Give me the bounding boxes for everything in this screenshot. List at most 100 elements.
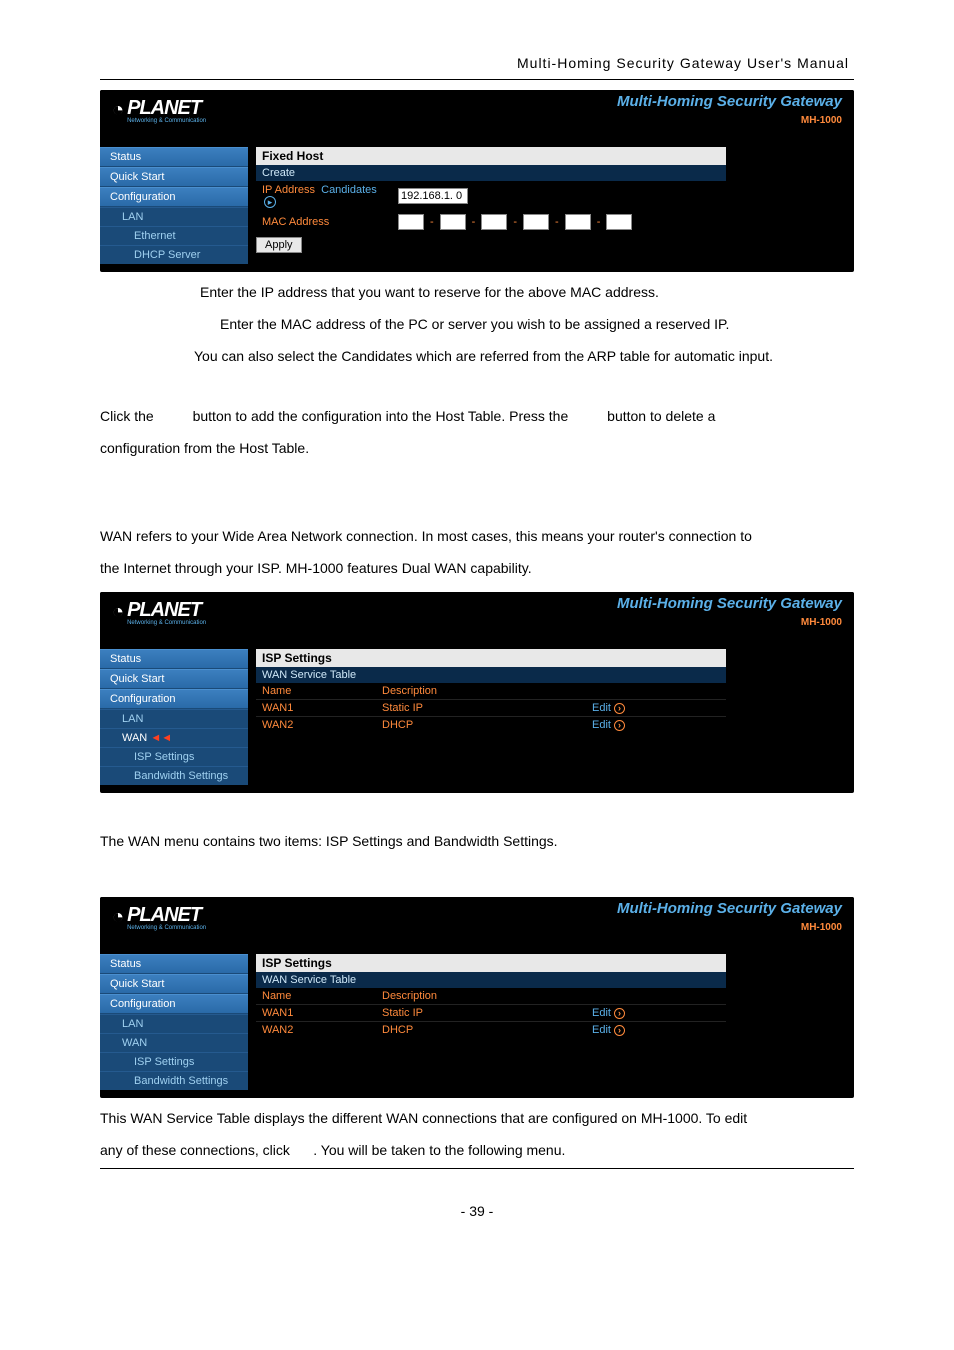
sidebar-label: LAN <box>122 713 143 725</box>
edit-label: Edit <box>592 1024 611 1036</box>
sidebar-label: Configuration <box>110 998 175 1010</box>
sidebar-item-lan[interactable]: LAN <box>100 709 248 728</box>
panel-fixedhost: Fixed Host Create IP Address Candidates … <box>256 147 726 233</box>
cell-desc: DHCP <box>382 1024 592 1036</box>
edit-button[interactable]: Edit› <box>592 1007 720 1019</box>
table-row: WAN2 DHCP Edit› <box>256 716 726 733</box>
text-wan-menu: The WAN menu contains two items: ISP Set… <box>100 827 854 855</box>
sidebar-item-quickstart[interactable]: Quick Start <box>100 974 248 994</box>
sidebar-item-isp[interactable]: ISP Settings <box>100 747 248 766</box>
panel-isp: ISP Settings WAN Service Table Name Desc… <box>256 954 726 1038</box>
sidebar-label: Status <box>110 653 141 665</box>
product-title-text: Multi-Homing Security Gateway <box>617 900 842 917</box>
sidebar-label: LAN <box>122 211 143 223</box>
logo: ◔ PLANET Networking & Communication <box>112 905 206 931</box>
edit-button[interactable]: Edit› <box>592 719 720 731</box>
topbar: ◔ PLANET Networking & Communication Mult… <box>100 897 854 936</box>
sidebar-item-quickstart[interactable]: Quick Start <box>100 669 248 689</box>
table-row: WAN1 Static IP Edit› <box>256 699 726 716</box>
sidebar-label: LAN <box>122 1018 143 1030</box>
sidebar-item-configuration[interactable]: Configuration <box>100 994 248 1014</box>
brand-name: PLANET <box>127 905 206 925</box>
sidebar-item-lan[interactable]: LAN <box>100 1014 248 1033</box>
sidebar-label: Bandwidth Settings <box>134 770 228 782</box>
product-title-text: Multi-Homing Security Gateway <box>617 595 842 612</box>
cell-name: WAN2 <box>262 1024 382 1036</box>
row-ip: IP Address Candidates ▸ <box>256 181 726 211</box>
sidebar-item-configuration[interactable]: Configuration <box>100 689 248 709</box>
candidates-link[interactable]: Candidates <box>321 184 377 196</box>
text-click2: configuration from the Host Table. <box>100 434 854 462</box>
sidebar-item-dhcp[interactable]: DHCP Server <box>100 245 248 264</box>
arrow-icon: ◄◄ <box>150 732 172 744</box>
row-mac: MAC Address - - - - - <box>256 211 726 233</box>
edit-icon: › <box>614 720 625 731</box>
mac-input-6[interactable] <box>606 214 632 230</box>
mac-label: MAC Address <box>262 216 392 228</box>
col-desc: Description <box>382 990 592 1002</box>
col-name: Name <box>262 685 382 697</box>
product-model: MH-1000 <box>801 617 842 628</box>
mac-input-5[interactable] <box>565 214 591 230</box>
sidebar-label: Status <box>110 958 141 970</box>
sidebar-label: Configuration <box>110 693 175 705</box>
ui-block-fixedhost: ◔ PLANET Networking & Communication Mult… <box>100 90 854 272</box>
product-model: MH-1000 <box>801 115 842 126</box>
sidebar-label: Status <box>110 151 141 163</box>
content-area: ISP Settings WAN Service Table Name Desc… <box>248 936 854 1046</box>
content-area: ISP Settings WAN Service Table Name Desc… <box>248 631 854 741</box>
page-number: - 39 - <box>0 1203 954 1219</box>
text-click: Click the button to add the configuratio… <box>100 402 854 430</box>
mac-input-3[interactable] <box>481 214 507 230</box>
ip-input[interactable] <box>398 188 468 204</box>
table-row: WAN1 Static IP Edit› <box>256 1004 726 1021</box>
brand-tagline: Networking & Communication <box>127 620 206 626</box>
topbar: ◔ PLANET Networking & Communication Mult… <box>100 592 854 631</box>
text-wantable-b: any of these connections, click . You wi… <box>100 1136 854 1164</box>
apply-button[interactable]: Apply <box>256 237 302 253</box>
sidebar-item-status[interactable]: Status <box>100 649 248 669</box>
edit-button[interactable]: Edit› <box>592 702 720 714</box>
candidates-icon[interactable]: ▸ <box>264 196 276 208</box>
sidebar-item-quickstart[interactable]: Quick Start <box>100 167 248 187</box>
text-wantable-a: This WAN Service Table displays the diff… <box>100 1104 854 1132</box>
t: button to add the configuration into the… <box>193 408 569 424</box>
content-area: Fixed Host Create IP Address Candidates … <box>248 129 854 261</box>
sidebar-item-status[interactable]: Status <box>100 954 248 974</box>
sidebar-item-configuration[interactable]: Configuration <box>100 187 248 207</box>
mac-input-4[interactable] <box>523 214 549 230</box>
sidebar-item-bandwidth[interactable]: Bandwidth Settings <box>100 766 248 785</box>
sidebar-label: ISP Settings <box>134 751 194 763</box>
globe-icon: ◔ <box>112 99 123 122</box>
edit-label: Edit <box>592 719 611 731</box>
sidebar-item-bandwidth[interactable]: Bandwidth Settings <box>100 1071 248 1090</box>
panel-title: Fixed Host <box>256 147 726 165</box>
table-row: WAN2 DHCP Edit› <box>256 1021 726 1038</box>
table-header: Name Description <box>256 988 726 1004</box>
brand-name: PLANET <box>127 600 206 620</box>
edit-icon: › <box>614 1025 625 1036</box>
mac-input-1[interactable] <box>398 214 424 230</box>
mac-input-2[interactable] <box>440 214 466 230</box>
sidebar-label: Bandwidth Settings <box>134 1075 228 1087</box>
page-rule <box>100 79 854 80</box>
sidebar-label: WAN <box>122 732 147 744</box>
brand-tagline: Networking & Communication <box>127 925 206 931</box>
edit-icon: › <box>614 703 625 714</box>
sidebar-item-status[interactable]: Status <box>100 147 248 167</box>
body-text-1: Enter the IP address that you want to re… <box>100 278 854 582</box>
sidebar-item-lan[interactable]: LAN <box>100 207 248 226</box>
panel-title: ISP Settings <box>256 649 726 667</box>
sidebar-item-ethernet[interactable]: Ethernet <box>100 226 248 245</box>
text-wan-b: the Internet through your ISP. MH-1000 f… <box>100 554 854 582</box>
product-model: MH-1000 <box>801 922 842 933</box>
edit-button[interactable]: Edit› <box>592 1024 720 1036</box>
sidebar-label: WAN <box>122 1037 147 1049</box>
sidebar-item-isp[interactable]: ISP Settings <box>100 1052 248 1071</box>
sidebar-label: Ethernet <box>134 230 176 242</box>
sidebar-item-wan[interactable]: WAN <box>100 1033 248 1052</box>
globe-icon: ◔ <box>112 601 123 624</box>
text-wan-a: WAN refers to your Wide Area Network con… <box>100 522 854 550</box>
sidebar-item-wan[interactable]: WAN ◄◄ <box>100 728 248 747</box>
t: any of these connections, click <box>100 1142 290 1158</box>
